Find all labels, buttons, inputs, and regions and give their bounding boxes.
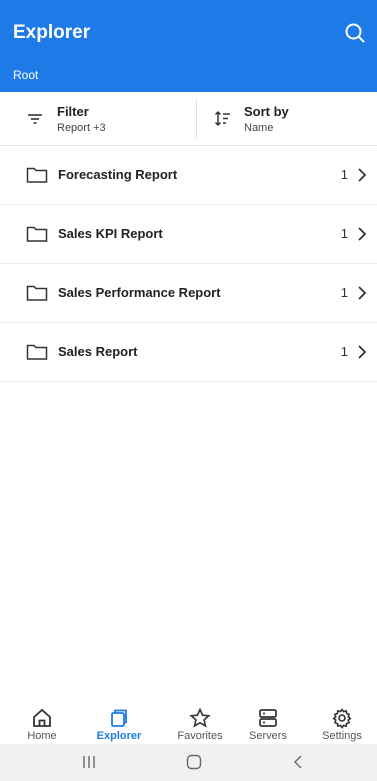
nav-home[interactable]: Home	[12, 707, 72, 745]
filter-value: Report +3	[57, 122, 106, 134]
sort-value: Name	[244, 122, 274, 134]
system-navigation-bar	[0, 744, 377, 781]
chevron-right-icon	[358, 227, 367, 241]
filter-sort-bar: Filter Report +3 Sort by Name	[0, 92, 377, 146]
list-item[interactable]: Sales Performance Report 1	[0, 264, 377, 323]
nav-favorites[interactable]: Favorites	[170, 707, 230, 745]
nav-label: Home	[27, 730, 57, 742]
nav-label: Servers	[249, 730, 287, 742]
home-icon	[33, 708, 51, 727]
chevron-right-icon	[358, 286, 367, 300]
item-count: 1	[340, 344, 348, 359]
item-count: 1	[340, 167, 348, 182]
nav-explorer[interactable]: Explorer	[89, 707, 149, 745]
folder-icon	[26, 285, 48, 301]
nav-label: Explorer	[96, 730, 142, 742]
recent-apps-icon[interactable]	[79, 753, 99, 771]
servers-icon	[259, 709, 277, 727]
sort-label: Sort by	[244, 104, 289, 119]
folder-name: Sales KPI Report	[58, 226, 163, 241]
star-icon	[189, 707, 211, 728]
folder-icon	[26, 226, 48, 242]
list-item[interactable]: Sales KPI Report 1	[0, 205, 377, 264]
list-item[interactable]: Forecasting Report 1	[0, 146, 377, 205]
folder-name: Sales Report	[58, 344, 138, 359]
list-item[interactable]: Sales Report 1	[0, 323, 377, 382]
nav-label: Settings	[322, 730, 362, 742]
bottom-navigation: Home Explorer Favorites Servers Settings	[0, 707, 377, 745]
nav-label: Favorites	[177, 730, 223, 742]
breadcrumb[interactable]: Root	[13, 68, 38, 82]
chevron-right-icon	[358, 345, 367, 359]
nav-settings[interactable]: Settings	[312, 707, 372, 745]
folder-list: Forecasting Report 1 Sales KPI Report 1 …	[0, 146, 377, 382]
chevron-right-icon	[358, 168, 367, 182]
sort-button[interactable]: Sort by Name	[197, 92, 377, 146]
item-count: 1	[340, 226, 348, 241]
sort-icon	[214, 110, 230, 127]
nav-servers[interactable]: Servers	[238, 707, 298, 745]
app-bar: Explorer Root	[0, 0, 377, 92]
folder-icon	[26, 167, 48, 183]
folder-name: Sales Performance Report	[58, 285, 221, 300]
home-button-icon[interactable]	[184, 753, 204, 771]
folder-icon	[26, 344, 48, 360]
filter-icon	[28, 114, 42, 124]
gear-icon	[332, 708, 352, 729]
search-icon[interactable]	[343, 21, 367, 45]
item-count: 1	[340, 285, 348, 300]
filter-button[interactable]: Filter Report +3	[0, 92, 196, 146]
folder-name: Forecasting Report	[58, 167, 178, 182]
back-icon[interactable]	[289, 753, 309, 771]
explorer-icon	[111, 709, 127, 727]
filter-label: Filter	[57, 104, 89, 119]
page-title: Explorer	[13, 22, 91, 43]
